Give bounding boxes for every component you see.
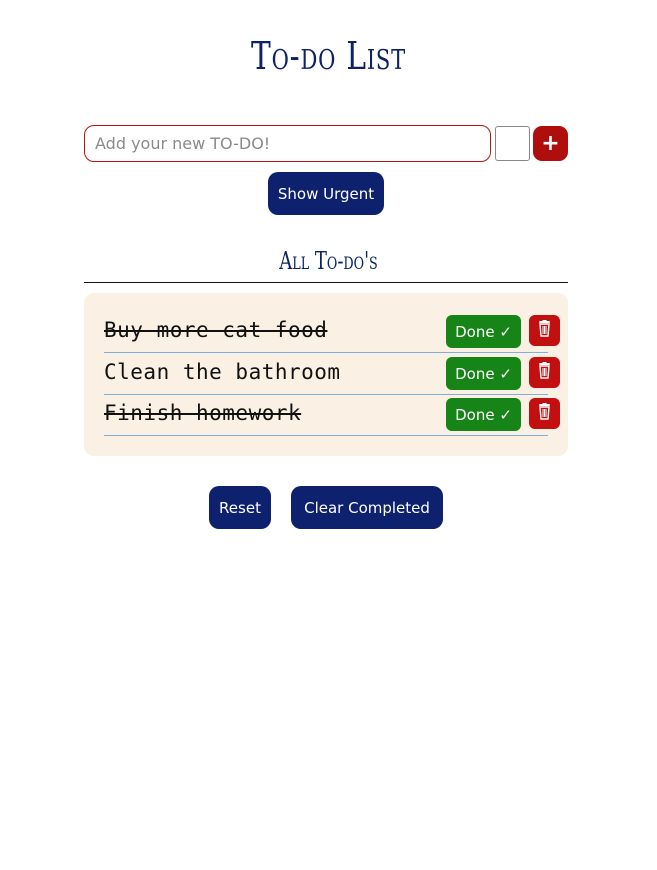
delete-button[interactable] [529, 357, 560, 388]
todo-item: Buy more cat food Done ✓ [104, 311, 560, 353]
reset-button[interactable]: Reset [209, 486, 271, 529]
todo-item: Finish homework Done ✓ [104, 394, 560, 436]
todo-item: Clean the bathroom Done ✓ [104, 353, 560, 395]
urgent-checkbox[interactable] [495, 126, 530, 161]
done-button[interactable]: Done ✓ [446, 315, 521, 348]
todo-item-text: Buy more cat food [104, 318, 328, 342]
todo-list: Buy more cat food Done ✓ Clean the bathr… [84, 293, 568, 456]
done-button[interactable]: Done ✓ [446, 357, 521, 390]
trash-icon [538, 319, 551, 342]
delete-button[interactable] [529, 315, 560, 346]
add-todo-form: + [84, 125, 568, 162]
todo-item-text: Clean the bathroom [104, 360, 341, 384]
todo-item-text: Finish homework [104, 401, 302, 425]
new-todo-input[interactable] [84, 125, 491, 162]
show-urgent-button[interactable]: Show Urgent [268, 172, 384, 215]
todo-app: To-do List + Show Urgent All To-do's Buy… [0, 0, 657, 870]
list-heading-divider [84, 282, 568, 283]
page-title: To-do List [251, 34, 406, 78]
delete-button[interactable] [529, 398, 560, 429]
list-heading: All To-do's [279, 247, 378, 275]
trash-icon [538, 402, 551, 425]
done-button[interactable]: Done ✓ [446, 398, 521, 431]
add-todo-button[interactable]: + [533, 126, 568, 161]
list-actions: Reset Clear Completed [0, 486, 657, 529]
trash-icon [538, 361, 551, 384]
clear-completed-button[interactable]: Clear Completed [291, 486, 443, 529]
